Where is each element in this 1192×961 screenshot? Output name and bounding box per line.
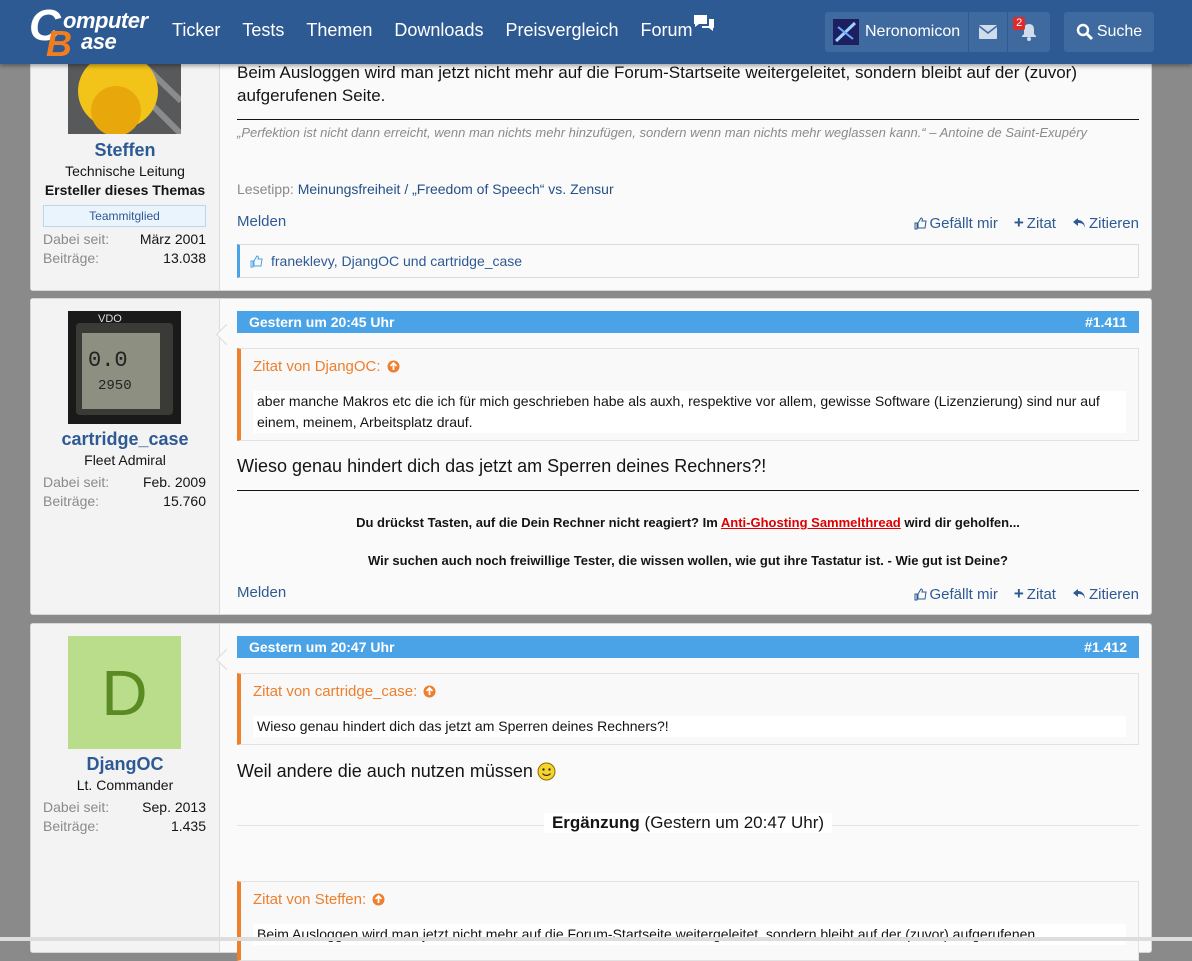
- reply-quote-button[interactable]: Zitieren: [1072, 213, 1139, 233]
- post-actions: Melden Gefällt mir + Zitat Zitieren: [237, 213, 1139, 233]
- arrow-up-circle-icon: [423, 685, 436, 698]
- top-navigation-bar: C omputer B ase Ticker Tests Themen Down…: [0, 0, 1192, 64]
- search-label: Suche: [1096, 23, 1143, 40]
- signature-divider: [237, 490, 1139, 491]
- logo-line2: ase: [81, 29, 117, 54]
- avatar[interactable]: VDO 0.0 2950: [68, 311, 181, 424]
- arrow-up-circle-icon: [372, 893, 385, 906]
- signature-line-2: Wir suchen auch noch freiwillige Tester,…: [367, 553, 1008, 568]
- post-date[interactable]: Gestern um 20:45 Uhr: [249, 311, 395, 333]
- thumbs-up-icon: [914, 216, 927, 229]
- user-title: Technische Leitung: [65, 163, 185, 179]
- addition-divider: Ergänzung (Gestern um 20:47 Uhr): [237, 813, 1139, 833]
- quote-body: Wieso genau hindert dich das jetzt am Sp…: [253, 716, 1126, 737]
- likes-bar[interactable]: franeklevy, DjangOC und cartridge_case: [237, 244, 1139, 278]
- horizontal-scrollbar[interactable]: [0, 937, 1192, 941]
- thread-creator-label: Ersteller dieses Themas: [44, 182, 206, 198]
- user-title: Fleet Admiral: [84, 452, 166, 468]
- avatar-letter: D: [101, 656, 148, 729]
- nav-themen[interactable]: Themen: [306, 20, 372, 41]
- main-nav: Ticker Tests Themen Downloads Preisvergl…: [172, 20, 715, 41]
- notification-count-badge: 2: [1013, 17, 1026, 30]
- username: Neronomicon: [865, 23, 961, 40]
- post-number[interactable]: #1.411: [1085, 311, 1127, 333]
- reply-icon: [1072, 589, 1085, 599]
- joined-stat: Dabei seit: März 2001: [43, 231, 206, 247]
- likes-text: franeklevy, DjangOC und cartridge_case: [271, 253, 523, 269]
- user-title: Lt. Commander: [76, 777, 174, 793]
- posts-stat: Beiträge: 13.038: [43, 250, 206, 266]
- quote-button[interactable]: + Zitat: [1014, 584, 1056, 604]
- lesetipp: Lesetipp: Meinungsfreiheit / „Freedom of…: [237, 181, 614, 197]
- svg-text:2950: 2950: [98, 378, 132, 394]
- report-link[interactable]: Melden: [237, 213, 286, 233]
- chat-icon[interactable]: [693, 13, 715, 33]
- nav-ticker[interactable]: Ticker: [172, 20, 220, 41]
- avatar[interactable]: D: [68, 636, 181, 749]
- post-body: Beim Ausloggen wird man jetzt nicht mehr…: [237, 63, 1078, 105]
- post-date[interactable]: Gestern um 20:47 Uhr: [249, 636, 395, 658]
- username[interactable]: Steffen: [31, 140, 219, 161]
- logo-b: B: [46, 23, 72, 64]
- post-number[interactable]: #1.412: [1084, 636, 1127, 658]
- notifications-button[interactable]: 2: [1008, 12, 1050, 52]
- report-link[interactable]: Melden: [237, 584, 286, 604]
- nav-downloads[interactable]: Downloads: [394, 20, 483, 41]
- team-badge: Teammitglied: [43, 205, 206, 227]
- username[interactable]: cartridge_case: [31, 429, 219, 450]
- post-header: Gestern um 20:47 Uhr #1.412: [237, 636, 1139, 658]
- like-button[interactable]: Gefällt mir: [914, 213, 998, 233]
- post-cartridge-case: VDO 0.0 2950 cartridge_case Fleet Admiral …: [30, 298, 1152, 615]
- account-button[interactable]: Neronomicon: [825, 12, 970, 52]
- signature-line-1: Du drückst Tasten, auf die Dein Rechner …: [356, 515, 1020, 530]
- svg-text:0.0: 0.0: [88, 348, 128, 373]
- quote-body: Beim Ausloggen wird man jetzt nicht mehr…: [253, 924, 1126, 945]
- reply-icon: [1072, 218, 1085, 228]
- user-menu: Neronomicon 2: [825, 12, 1051, 52]
- post-body: Wieso genau hindert dich das jetzt am Sp…: [237, 456, 767, 476]
- anti-ghosting-link[interactable]: Anti-Ghosting Sammelthread: [721, 515, 901, 530]
- nav-forum[interactable]: Forum: [641, 20, 693, 41]
- nav-tests[interactable]: Tests: [242, 20, 284, 41]
- joined-stat: Dabei seit: Feb. 2009: [43, 474, 206, 490]
- reply-quote-button[interactable]: Zitieren: [1072, 584, 1139, 604]
- posts-stat: Beiträge: 15.760: [43, 493, 206, 509]
- lesetipp-link[interactable]: Meinungsfreiheit / „Freedom of Speech“ v…: [298, 181, 614, 197]
- nav-preisvergleich[interactable]: Preisvergleich: [505, 20, 618, 41]
- post-body: Weil andere die auch nutzen müssen: [237, 761, 556, 782]
- post-sidebar: VDO 0.0 2950 cartridge_case Fleet Admiral …: [31, 299, 220, 614]
- username[interactable]: DjangOC: [31, 754, 219, 775]
- post-actions: Melden Gefällt mir + Zitat Zitieren: [237, 584, 1139, 604]
- search-button[interactable]: Suche: [1064, 12, 1154, 52]
- signature-quote: „Perfektion ist nicht dann erreicht, wen…: [237, 125, 1088, 140]
- svg-text:VDO: VDO: [98, 313, 122, 325]
- user-avatar: [833, 19, 859, 45]
- posts-stat: Beiträge: 1.435: [43, 818, 206, 834]
- thumbs-up-icon: [250, 254, 263, 267]
- smiley-icon: [537, 762, 556, 781]
- post-djangoc: D DjangOC Lt. Commander Dabei seit: Sep. …: [30, 623, 1152, 961]
- quote-block: Zitat von Steffen: Beim Ausloggen wird m…: [237, 881, 1139, 961]
- quote-header[interactable]: Zitat von DjangOC:: [253, 358, 400, 375]
- quote-header[interactable]: Zitat von Steffen:: [253, 891, 385, 908]
- quote-body: aber manche Makros etc die ich für mich …: [253, 391, 1126, 433]
- messages-button[interactable]: [969, 12, 1009, 52]
- quote-header[interactable]: Zitat von cartridge_case:: [253, 683, 436, 700]
- search-icon: [1076, 23, 1093, 40]
- addition-label: Ergänzung (Gestern um 20:47 Uhr): [543, 813, 833, 833]
- joined-stat: Dabei seit: Sep. 2013: [43, 799, 206, 815]
- envelope-icon: [979, 25, 998, 39]
- post-sidebar: D DjangOC Lt. Commander Dabei seit: Sep. …: [31, 624, 220, 952]
- like-button[interactable]: Gefällt mir: [914, 584, 998, 604]
- quote-block: Zitat von DjangOC: aber manche Makros et…: [237, 348, 1139, 441]
- computerbase-logo[interactable]: C omputer B ase: [29, 1, 148, 64]
- arrow-up-circle-icon: [387, 360, 400, 373]
- thumbs-up-icon: [914, 587, 927, 600]
- post-header: Gestern um 20:45 Uhr #1.411: [237, 311, 1139, 333]
- quote-button[interactable]: + Zitat: [1014, 213, 1056, 233]
- quote-block: Zitat von cartridge_case: Wieso genau hi…: [237, 673, 1139, 745]
- signature-divider: [237, 119, 1139, 120]
